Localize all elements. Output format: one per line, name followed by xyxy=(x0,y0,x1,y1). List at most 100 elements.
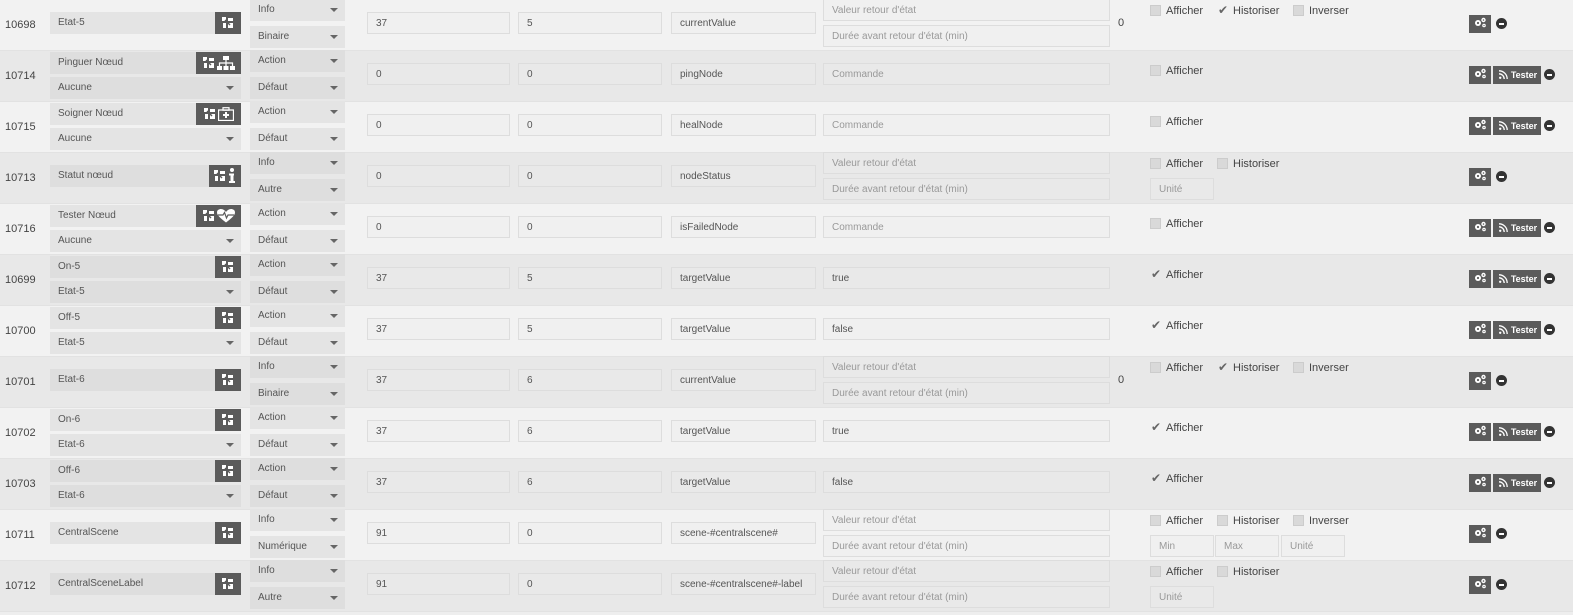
configure-button[interactable] xyxy=(1469,219,1491,237)
afficher-checkbox[interactable]: ✔ Afficher xyxy=(1150,420,1203,436)
inverser-checkbox[interactable]: Inverser xyxy=(1293,360,1349,376)
type-select[interactable]: Info xyxy=(250,356,345,378)
command-name-input[interactable]: On-5 xyxy=(50,256,241,278)
type-select[interactable]: Action xyxy=(250,407,345,429)
command-icon-button[interactable] xyxy=(196,103,241,125)
afficher-checkbox[interactable]: Afficher xyxy=(1150,3,1203,19)
linked-info-select[interactable]: Etat-6 xyxy=(50,485,241,507)
tester-button[interactable]: Tester xyxy=(1493,219,1541,237)
tester-button[interactable]: Tester xyxy=(1493,321,1541,339)
command-class-input[interactable]: 91 xyxy=(367,522,510,544)
command-input[interactable]: targetValue xyxy=(671,420,816,442)
remove-icon[interactable] xyxy=(1544,222,1555,233)
subtype-select[interactable]: Autre xyxy=(250,587,345,609)
instance-input[interactable]: 0 xyxy=(518,573,662,595)
afficher-checkbox[interactable]: Afficher xyxy=(1150,360,1203,376)
tester-button[interactable]: Tester xyxy=(1493,474,1541,492)
instance-input[interactable]: 0 xyxy=(518,114,662,136)
command-input[interactable]: currentValue xyxy=(671,12,816,34)
command-class-input[interactable]: 0 xyxy=(367,63,510,85)
command-input[interactable]: healNode xyxy=(671,114,816,136)
instance-input[interactable]: 0 xyxy=(518,216,662,238)
return-delay-input[interactable]: Durée avant retour d'état (min) xyxy=(823,586,1110,608)
command-input[interactable]: nodeStatus xyxy=(671,165,816,187)
command-class-input[interactable]: 91 xyxy=(367,573,510,595)
command-input[interactable]: targetValue xyxy=(671,267,816,289)
value-input[interactable]: Commande xyxy=(823,114,1110,136)
return-value-input[interactable]: Valeur retour d'état xyxy=(823,560,1110,582)
instance-input[interactable]: 0 xyxy=(518,522,662,544)
command-name-input[interactable]: Statut nœud xyxy=(50,165,241,187)
command-input[interactable]: isFailedNode xyxy=(671,216,816,238)
historiser-checkbox[interactable]: Historiser xyxy=(1217,513,1279,529)
historiser-checkbox[interactable]: ✔ Historiser xyxy=(1217,360,1279,376)
command-class-input[interactable]: 37 xyxy=(367,471,510,493)
min-input[interactable]: Min xyxy=(1150,535,1214,557)
command-name-input[interactable]: On-6 xyxy=(50,409,241,431)
subtype-select[interactable]: Défaut xyxy=(250,128,345,150)
instance-input[interactable]: 6 xyxy=(518,420,662,442)
return-delay-input[interactable]: Durée avant retour d'état (min) xyxy=(823,178,1110,200)
subtype-select[interactable]: Défaut xyxy=(250,485,345,507)
inverser-checkbox[interactable]: Inverser xyxy=(1293,513,1349,529)
command-input[interactable]: pingNode xyxy=(671,63,816,85)
afficher-checkbox[interactable]: Afficher xyxy=(1150,63,1203,79)
subtype-select[interactable]: Binaire xyxy=(250,26,345,48)
linked-info-select[interactable]: Aucune xyxy=(50,230,241,252)
configure-button[interactable] xyxy=(1469,372,1491,390)
tester-button[interactable]: Tester xyxy=(1493,270,1541,288)
subtype-select[interactable]: Défaut xyxy=(250,230,345,252)
command-icon-button[interactable] xyxy=(196,52,241,74)
configure-button[interactable] xyxy=(1469,168,1491,186)
afficher-checkbox[interactable]: ✔ Afficher xyxy=(1150,318,1203,334)
return-value-input[interactable]: Valeur retour d'état xyxy=(823,356,1110,378)
remove-icon[interactable] xyxy=(1544,426,1555,437)
historiser-checkbox[interactable]: ✔ Historiser xyxy=(1217,3,1279,19)
return-value-input[interactable]: Valeur retour d'état xyxy=(823,509,1110,531)
command-name-input[interactable]: CentralScene xyxy=(50,522,241,544)
command-class-input[interactable]: 37 xyxy=(367,267,510,289)
afficher-checkbox[interactable]: Afficher xyxy=(1150,156,1203,172)
command-name-input[interactable]: Etat-5 xyxy=(50,12,241,34)
tester-button[interactable]: Tester xyxy=(1493,117,1541,135)
command-icon-button[interactable] xyxy=(215,409,241,431)
configure-button[interactable] xyxy=(1469,423,1491,441)
linked-info-select[interactable]: Aucune xyxy=(50,128,241,150)
afficher-checkbox[interactable]: Afficher xyxy=(1150,564,1203,580)
command-class-input[interactable]: 37 xyxy=(367,12,510,34)
subtype-select[interactable]: Binaire xyxy=(250,383,345,405)
subtype-select[interactable]: Défaut xyxy=(250,281,345,303)
unit-input[interactable]: Unité xyxy=(1150,586,1214,608)
command-class-input[interactable]: 37 xyxy=(367,318,510,340)
subtype-select[interactable]: Défaut xyxy=(250,332,345,354)
configure-button[interactable] xyxy=(1469,117,1491,135)
value-input[interactable]: Commande xyxy=(823,216,1110,238)
command-input[interactable]: currentValue xyxy=(671,369,816,391)
return-delay-input[interactable]: Durée avant retour d'état (min) xyxy=(823,382,1110,404)
subtype-select[interactable]: Défaut xyxy=(250,434,345,456)
return-delay-input[interactable]: Durée avant retour d'état (min) xyxy=(823,535,1110,557)
return-value-input[interactable]: Valeur retour d'état xyxy=(823,0,1110,21)
type-select[interactable]: Action xyxy=(250,203,345,225)
configure-button[interactable] xyxy=(1469,525,1491,543)
command-name-input[interactable]: CentralSceneLabel xyxy=(50,573,241,595)
configure-button[interactable] xyxy=(1469,474,1491,492)
command-icon-button[interactable] xyxy=(209,165,241,187)
configure-button[interactable] xyxy=(1469,66,1491,84)
command-name-input[interactable]: Pinguer Nœud xyxy=(50,52,241,74)
subtype-select[interactable]: Défaut xyxy=(250,77,345,99)
remove-icon[interactable] xyxy=(1544,69,1555,80)
unit-input[interactable]: Unité xyxy=(1281,535,1345,557)
afficher-checkbox[interactable]: Afficher xyxy=(1150,513,1203,529)
inverser-checkbox[interactable]: Inverser xyxy=(1293,3,1349,19)
command-name-input[interactable]: Etat-6 xyxy=(50,369,241,391)
value-input[interactable]: Commande xyxy=(823,63,1110,85)
remove-icon[interactable] xyxy=(1496,18,1507,29)
type-select[interactable]: Action xyxy=(250,101,345,123)
command-icon-button[interactable] xyxy=(196,205,241,227)
remove-icon[interactable] xyxy=(1496,375,1507,386)
afficher-checkbox[interactable]: Afficher xyxy=(1150,216,1203,232)
value-input[interactable]: false xyxy=(823,471,1110,493)
return-value-input[interactable]: Valeur retour d'état xyxy=(823,152,1110,174)
type-select[interactable]: Action xyxy=(250,305,345,327)
